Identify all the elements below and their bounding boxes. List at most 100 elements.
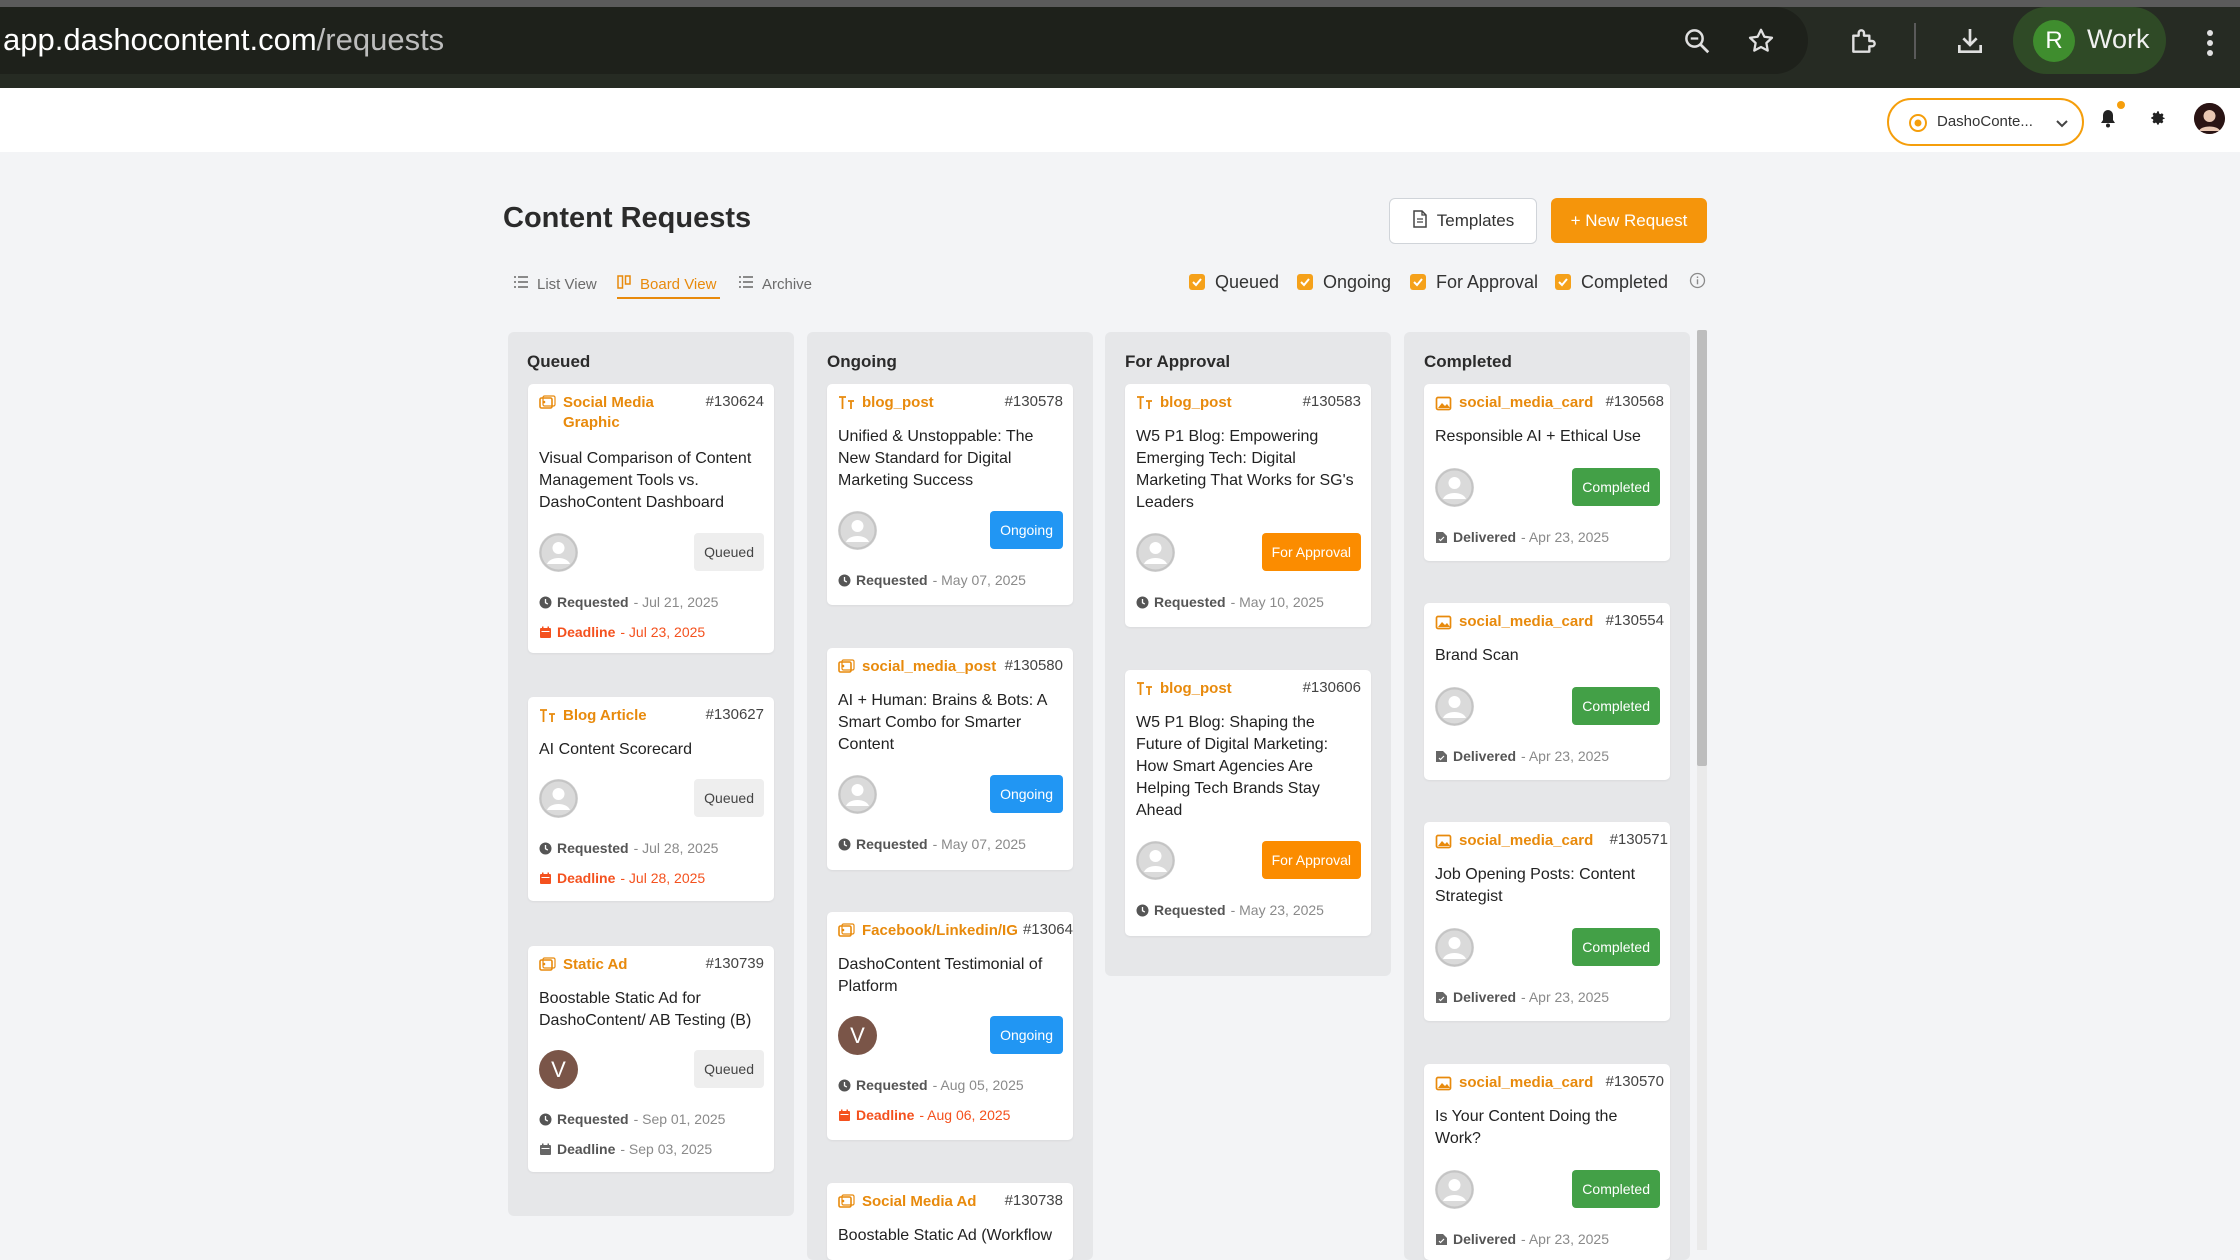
request-title: Visual Comparison of Content Management …: [539, 450, 752, 511]
list-icon: [514, 275, 528, 293]
status-badge: Ongoing: [990, 775, 1063, 813]
workspace-logo-icon: [1907, 112, 1929, 134]
user-avatar[interactable]: [2194, 103, 2225, 134]
filter-ongoing[interactable]: Ongoing: [1297, 270, 1391, 294]
tab-list-view[interactable]: List View: [514, 272, 597, 296]
request-card[interactable]: Blog Article #130627 AI Content Scorecar…: [528, 697, 774, 901]
assignee-avatar-placeholder: [1435, 1170, 1474, 1209]
browser-menu-icon[interactable]: [2200, 24, 2220, 62]
requested-date: Requested - Jul 28, 2025: [539, 840, 718, 856]
request-type-label: social_media_card: [1459, 394, 1594, 411]
zoom-icon[interactable]: [1678, 22, 1716, 60]
image-icon: [838, 659, 855, 676]
assignee-avatar-placeholder: [1435, 687, 1474, 726]
request-type-label: Facebook/Linkedin/IG: [862, 922, 1018, 939]
deadline-date: Deadline - Aug 06, 2025: [838, 1107, 1010, 1123]
request-type: social_media_card: [1435, 612, 1593, 632]
board-scrollbar-thumb[interactable]: [1697, 330, 1707, 766]
clock-icon: [1136, 596, 1149, 609]
request-title: Boostable Static Ad (Workflow: [838, 1227, 1053, 1244]
clock-icon: [838, 574, 851, 587]
app-topbar: DashoConte...: [0, 88, 2240, 152]
profile-button[interactable]: R Work: [2013, 7, 2166, 74]
clock-icon: [539, 1113, 552, 1126]
request-card[interactable]: social_media_card #130568 Responsible AI…: [1424, 384, 1670, 561]
address-bar[interactable]: app.dashocontent.com/requests: [0, 7, 1808, 74]
request-type-label: social_media_post: [862, 658, 997, 675]
request-title: DashoContent Testimonial of Platform: [838, 956, 1043, 995]
tab-board-view[interactable]: Board View: [617, 272, 716, 296]
assignee-avatar-placeholder: [539, 779, 578, 818]
column-title: Completed: [1424, 352, 1512, 371]
status-badge: Ongoing: [990, 511, 1063, 549]
notification-bell-icon[interactable]: [2099, 108, 2117, 128]
clock-icon: [539, 596, 552, 609]
assignee-avatar: V: [539, 1050, 578, 1089]
url-text[interactable]: app.dashocontent.com/requests: [3, 22, 444, 58]
request-title: Is Your Content Doing the Work?: [1435, 1108, 1618, 1147]
download-icon[interactable]: [1951, 22, 1989, 60]
request-card[interactable]: Static Ad #130739 Boostable Static Ad fo…: [528, 946, 774, 1172]
request-type: Social Media Ad: [838, 1192, 976, 1212]
tab-archive-label: Archive: [762, 275, 813, 293]
request-type-label: Static Ad: [563, 956, 628, 973]
status-badge: Queued: [694, 1050, 764, 1088]
gear-icon[interactable]: [2149, 109, 2167, 127]
status-badge: For Approval: [1261, 533, 1361, 571]
filter-for-approval[interactable]: For Approval: [1410, 270, 1538, 294]
request-card[interactable]: Social Media Graphic #130624 Visual Comp…: [528, 384, 774, 653]
status-badge: Completed: [1572, 687, 1660, 725]
request-card[interactable]: Facebook/Linkedin/IG #13064 DashoContent…: [827, 912, 1073, 1140]
templates-button[interactable]: Templates: [1389, 198, 1537, 244]
request-id: #130739: [705, 955, 764, 972]
picture-icon: [1435, 614, 1452, 631]
request-card[interactable]: blog_post #130583 W5 P1 Blog: Empowering…: [1125, 384, 1371, 627]
workspace-select[interactable]: DashoConte...: [1887, 98, 2084, 146]
tab-archive[interactable]: Archive: [739, 272, 812, 296]
request-type-label: Social Media Graphic: [563, 394, 654, 431]
checkbox-checked-icon[interactable]: [1410, 274, 1426, 290]
bookmark-star-icon[interactable]: [1742, 22, 1780, 60]
request-title: W5 P1 Blog: Shaping the Future of Digita…: [1136, 714, 1329, 819]
assignee-avatar-placeholder: [838, 775, 877, 814]
requested-date: Requested - May 10, 2025: [1136, 594, 1324, 610]
request-id: #130570: [1605, 1073, 1664, 1090]
request-type: Static Ad: [539, 955, 627, 975]
requested-date: Requested - Jul 21, 2025: [539, 594, 718, 610]
status-badge: Completed: [1572, 1170, 1660, 1208]
request-type: blog_post: [1136, 393, 1232, 413]
checkbox-checked-icon[interactable]: [1189, 274, 1205, 290]
request-card[interactable]: blog_post #130578 Unified & Unstoppable:…: [827, 384, 1073, 605]
request-card[interactable]: Social Media Ad #130738 Boostable Static…: [827, 1183, 1073, 1260]
text-icon: [539, 708, 556, 725]
clock-icon: [1136, 904, 1149, 917]
request-id: #130580: [1004, 657, 1063, 674]
request-card[interactable]: social_media_card #130554 Brand Scan Com…: [1424, 603, 1670, 780]
assignee-avatar-placeholder: [838, 511, 877, 550]
request-card[interactable]: social_media_card #130570 Is Your Conten…: [1424, 1064, 1670, 1260]
workspace-name: DashoConte...: [1937, 113, 2033, 130]
profile-avatar: R: [2033, 20, 2075, 62]
picture-icon: [1435, 833, 1452, 850]
new-request-button[interactable]: + New Request: [1551, 198, 1707, 243]
request-card[interactable]: blog_post #130606 W5 P1 Blog: Shaping th…: [1125, 670, 1371, 936]
filter-ongoing-label: Ongoing: [1323, 271, 1392, 292]
request-card[interactable]: social_media_post #130580 AI + Human: Br…: [827, 648, 1073, 870]
archive-list-icon: [739, 275, 753, 293]
image-icon: [838, 923, 855, 940]
requested-date: Requested - May 23, 2025: [1136, 902, 1324, 918]
checkbox-checked-icon[interactable]: [1555, 274, 1571, 290]
filter-completed[interactable]: Completed: [1555, 270, 1668, 294]
request-card[interactable]: social_media_card #130571 Job Opening Po…: [1424, 822, 1670, 1021]
deadline-date: Deadline - Sep 03, 2025: [539, 1141, 712, 1157]
filter-queued[interactable]: Queued: [1189, 270, 1279, 294]
info-icon[interactable]: [1689, 272, 1706, 289]
image-icon: [838, 1194, 855, 1211]
checkbox-checked-icon[interactable]: [1297, 274, 1313, 290]
request-title: W5 P1 Blog: Empowering Emerging Tech: Di…: [1136, 428, 1354, 511]
extensions-icon[interactable]: [1845, 22, 1883, 60]
request-title: AI + Human: Brains & Bots: A Smart Combo…: [838, 692, 1047, 753]
deadline-date: Deadline - Jul 28, 2025: [539, 870, 705, 886]
requested-date: Requested - Sep 01, 2025: [539, 1111, 725, 1127]
request-type-label: blog_post: [1160, 680, 1232, 697]
